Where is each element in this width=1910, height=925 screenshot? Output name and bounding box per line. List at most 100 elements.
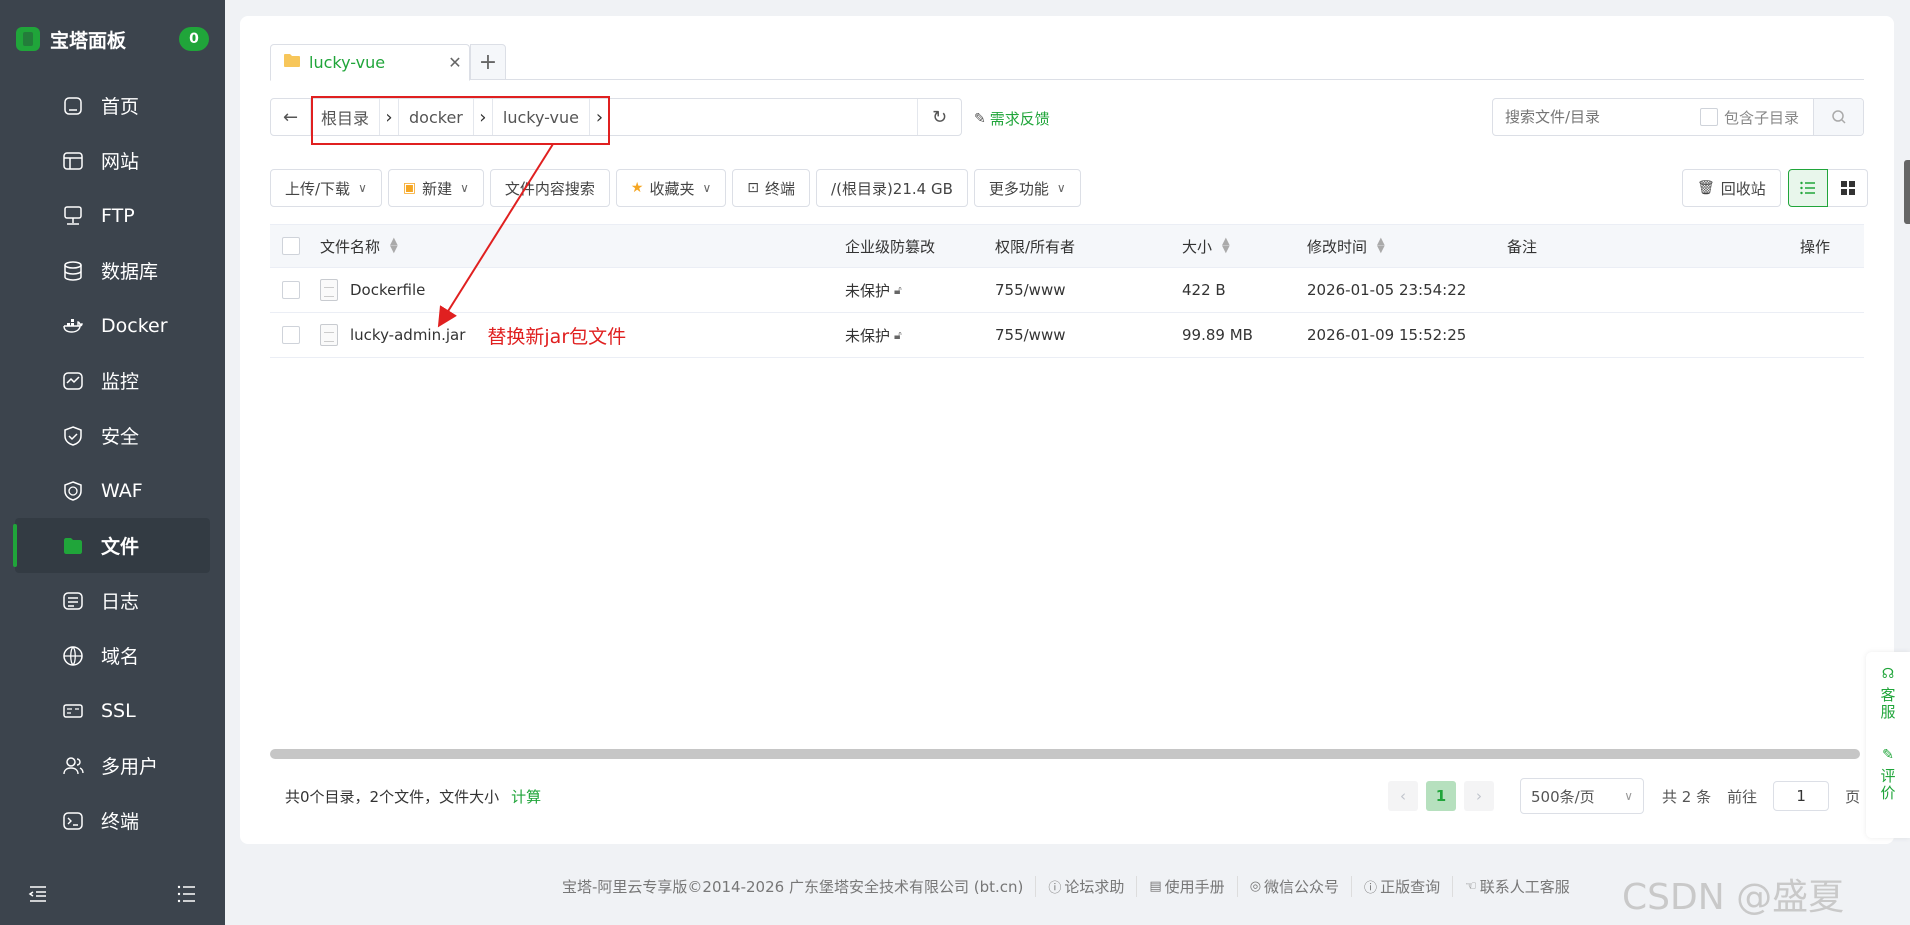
mtime-cell: 2026-01-05 23:54:22 [1307,281,1467,299]
tab-label: lucky-vue [309,53,386,72]
menu-list-icon[interactable] [177,885,197,907]
upload-download-button[interactable]: 上传/下载 ∨ [270,169,382,207]
next-page-icon[interactable]: › [1464,781,1494,811]
collapse-sidebar-icon[interactable] [28,885,48,907]
row-checkbox[interactable] [282,326,300,344]
sidebar-item-files[interactable]: 文件 [13,518,210,573]
sidebar-item-docker[interactable]: Docker [15,298,210,353]
select-all-checkbox[interactable] [282,237,300,255]
footer-link-wechat[interactable]: ◎ 微信公众号 [1236,876,1339,897]
recycle-bin-button[interactable]: 🗑︎ 回收站 [1682,169,1781,207]
unlock-icon: 🔓︎ [894,327,902,342]
breadcrumb-highlight-box [311,96,610,145]
sidebar-item-monitor[interactable]: 监控 [15,353,210,408]
waf-icon [61,479,85,503]
book-icon: ▤ [1149,879,1162,894]
back-arrow-icon[interactable]: ← [271,99,311,135]
footer-link-forum[interactable]: ⓘ 论坛求助 [1035,876,1124,897]
footer-link-support[interactable]: ☜ 联系人工客服 [1452,876,1570,897]
more-functions-button[interactable]: 更多功能 ∨ [973,169,1081,207]
table-row[interactable]: Dockerfile 未保护 🔓︎ 755/www 422 B 2026-01-0… [270,268,1864,313]
sidebar-item-database[interactable]: 数据库 [15,243,210,298]
list-view-icon[interactable] [1788,169,1828,207]
sidebar-item-website[interactable]: 网站 [15,133,210,188]
footer-link-label: 正版查询 [1380,878,1441,896]
sidebar-item-ftp[interactable]: FTP [15,188,210,243]
add-tab-button[interactable]: + [470,44,506,80]
sidebar-item-logs[interactable]: 日志 [15,573,210,628]
terminal-button[interactable]: ⊡ 终端 [732,169,811,207]
pagination: ‹ 1 › 500条/页 ∨ 共 2 条 前往 1 页 [1388,778,1860,814]
button-label: /(根目录)21.4 GB [831,179,953,198]
permission-cell[interactable]: 755/www [995,326,1066,344]
current-page[interactable]: 1 [1426,781,1456,811]
button-label: 上传/下载 [285,179,351,198]
horizontal-scrollbar[interactable] [270,749,1860,759]
new-button[interactable]: ▣ 新建 ∨ [387,169,484,207]
protect-label: 未保护 [845,281,891,300]
button-label: 新建 [422,179,453,198]
sidebar-item-users[interactable]: 多用户 [15,738,210,793]
sidebar-item-security[interactable]: 安全 [15,408,210,463]
permission-cell[interactable]: 755/www [995,281,1066,299]
brand[interactable]: 宝塔面板 0 [0,0,225,78]
favorites-button[interactable]: ★ 收藏夹 ∨ [615,169,727,207]
table-header: 文件名称 ▲ ▼ 企业级防篡改 权限/所有者 大小 ▲ ▼ 修改时间 ▲ ▼ 备注 操作 [270,224,1864,268]
table-row[interactable]: lucky-admin.jar 替换新jar包文件 未保护 🔓︎ 755/www 9… [270,313,1864,358]
file-name-cell[interactable]: Dockerfile [320,279,425,301]
search-icon[interactable] [1813,99,1863,135]
include-subdir-checkbox[interactable] [1699,108,1718,126]
hand-icon: ☜ [1465,879,1477,894]
header-mtime[interactable]: 修改时间 ▲ ▼ [1307,236,1385,257]
include-subdir-option[interactable]: 包含子目录 [1699,107,1799,128]
sidebar-item-label: SSL [101,699,136,722]
sidebar-item-home[interactable]: 首页 [15,78,210,133]
row-checkbox[interactable] [282,281,300,299]
grid-view-icon[interactable] [1828,169,1868,207]
sidebar-item-terminal[interactable]: 终端 [15,793,210,848]
goto-page-input[interactable]: 1 [1773,781,1830,811]
button-label: 更多功能 [988,179,1049,198]
review-char: 评 [1880,767,1896,785]
folder-icon [61,534,85,558]
search-input[interactable] [1493,100,1693,134]
header-name[interactable]: 文件名称 ▲ ▼ [320,236,398,257]
edit-icon: ✎ [1882,747,1894,763]
page-size-select[interactable]: 500条/页 ∨ [1520,778,1644,814]
chevron-down-icon: ∨ [358,181,367,195]
size-cell: 99.89 MB [1182,326,1253,344]
review-button[interactable]: ✎ 评 价 [1880,747,1895,802]
sidebar-item-domain[interactable]: 域名 [15,628,210,683]
protect-status[interactable]: 未保护 🔓︎ [845,280,902,301]
prev-page-icon[interactable]: ‹ [1388,781,1418,811]
calculate-link[interactable]: 计算 [511,786,541,807]
notification-badge[interactable]: 0 [179,27,209,51]
edge-scroll-tab[interactable] [1904,160,1910,224]
sidebar-item-label: 数据库 [101,261,159,283]
file-name-cell[interactable]: lucky-admin.jar 替换新jar包文件 [320,322,626,349]
close-icon[interactable]: ✕ [441,53,469,72]
feedback-link[interactable]: ✎ 需求反馈 [974,108,1050,129]
sidebar-item-waf[interactable]: WAF [15,463,210,518]
sidebar-item-label: 首页 [101,96,140,118]
tab-lucky-vue[interactable]: lucky-vue ✕ [270,44,470,81]
protect-status[interactable]: 未保护 🔓︎ [845,325,902,346]
footer-link-label: 使用手册 [1164,878,1225,896]
header-perm: 权限/所有者 [995,237,1076,256]
file-name[interactable]: lucky-admin.jar [350,326,465,344]
info-icon: ⓘ [1048,881,1062,896]
footer-link-license[interactable]: ⓘ 正版查询 [1351,876,1440,897]
page-size-value: 500条/页 [1531,787,1595,806]
sidebar-item-ssl[interactable]: SSL [15,683,210,738]
footer-link-manual[interactable]: ▤ 使用手册 [1136,876,1225,897]
disk-button[interactable]: /(根目录)21.4 GB [816,169,968,207]
sidebar-item-label: 域名 [101,646,140,668]
content-search-button[interactable]: 文件内容搜索 [489,169,610,207]
page-footer: 宝塔-阿里云专享版©2014-2026 广东堡塔安全技术有限公司 (bt.cn)… [562,876,1570,897]
sidebar-item-label: FTP [101,204,135,227]
header-label: 文件名称 [320,237,381,256]
file-name[interactable]: Dockerfile [350,281,425,299]
refresh-icon[interactable]: ↻ [917,99,961,135]
header-size[interactable]: 大小 ▲ ▼ [1182,236,1230,257]
customer-service-button[interactable]: ☊ 客 服 [1880,666,1895,721]
